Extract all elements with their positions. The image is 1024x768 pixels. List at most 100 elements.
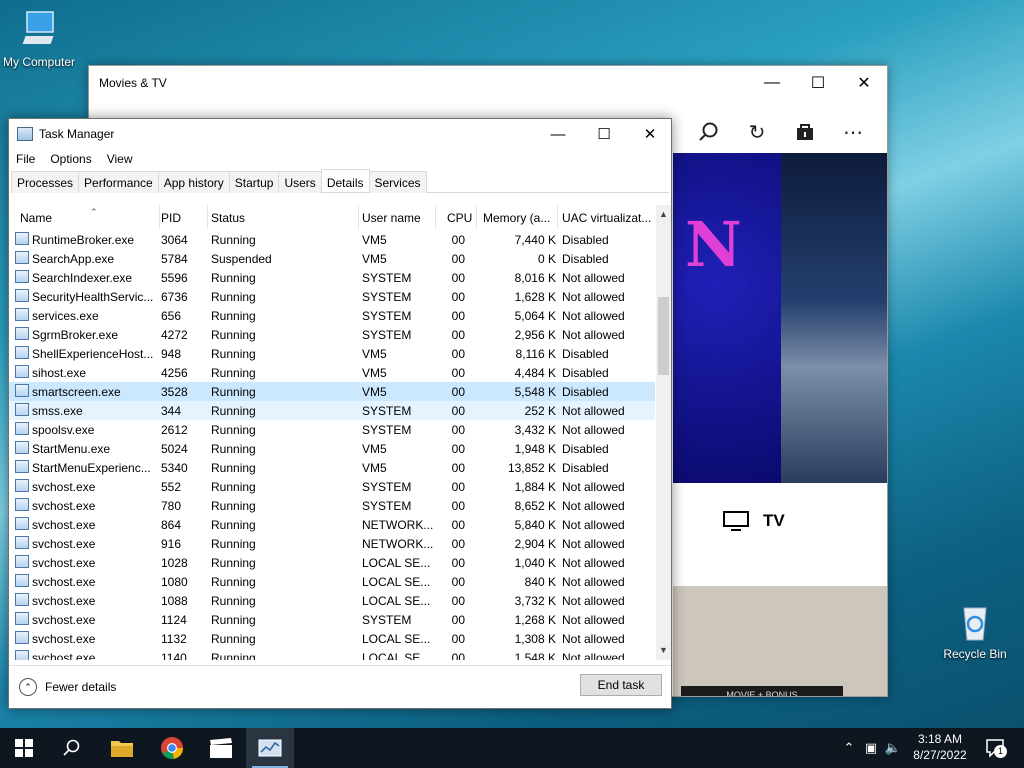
menu-options[interactable]: Options bbox=[43, 150, 99, 170]
clapperboard-icon bbox=[210, 738, 232, 758]
cell-user: LOCAL SE... bbox=[362, 632, 431, 646]
cell-cpu: 00 bbox=[451, 518, 465, 532]
minimize-button[interactable]: — bbox=[535, 119, 581, 149]
scroll-down-icon[interactable]: ▼ bbox=[656, 643, 671, 658]
tab-details[interactable]: Details bbox=[320, 169, 370, 192]
vertical-scrollbar[interactable]: ▲ ▼ bbox=[656, 205, 671, 660]
cell-status: Running bbox=[211, 233, 256, 247]
clock[interactable]: 3:18 AM 8/27/2022 bbox=[905, 731, 975, 763]
tab-startup[interactable]: Startup bbox=[228, 171, 280, 193]
table-row[interactable]: SgrmBroker.exe 4272 Running SYSTEM 00 2,956 K… bbox=[9, 325, 655, 344]
fewer-details-button[interactable]: ⌃ Fewer details bbox=[19, 678, 116, 696]
cell-user: SYSTEM bbox=[362, 290, 412, 304]
cell-uac: Not allowed bbox=[562, 613, 625, 627]
movies-tv-taskbar-button[interactable] bbox=[197, 728, 245, 768]
cell-uac: Not allowed bbox=[562, 499, 625, 513]
maximize-button[interactable]: ☐ bbox=[795, 69, 841, 97]
table-row[interactable]: svchost.exe 1132 Running LOCAL SE... 00 1,308… bbox=[9, 629, 655, 648]
cell-name: sihost.exe bbox=[32, 366, 87, 380]
end-task-button[interactable]: End task bbox=[580, 674, 662, 696]
action-center-button[interactable]: 1 bbox=[972, 728, 1020, 768]
table-row[interactable]: sihost.exe 4256 Running VM5 00 4,484 K Disable… bbox=[9, 363, 655, 382]
cell-status: Running bbox=[211, 366, 256, 380]
tab-app-history[interactable]: App history bbox=[157, 171, 230, 193]
nav-tv[interactable]: TV bbox=[723, 511, 785, 531]
search-button[interactable] bbox=[48, 728, 96, 768]
minimize-button[interactable]: — bbox=[749, 69, 795, 97]
volume-icon[interactable]: 🔈 bbox=[882, 740, 904, 756]
search-icon[interactable] bbox=[695, 118, 723, 146]
start-button[interactable] bbox=[0, 728, 48, 768]
table-row[interactable]: svchost.exe 1088 Running LOCAL SE... 00 3,732… bbox=[9, 591, 655, 610]
column-header-cpu[interactable]: CPU bbox=[447, 211, 472, 225]
cell-status: Running bbox=[211, 347, 256, 361]
task-manager-window[interactable]: Task Manager — ☐ ✕ File Options View Pro… bbox=[8, 118, 672, 709]
cell-status: Running bbox=[211, 442, 256, 456]
table-row[interactable]: smartscreen.exe 3528 Running VM5 00 5,548 K Di… bbox=[9, 382, 655, 401]
scroll-thumb[interactable] bbox=[658, 297, 669, 375]
cell-uac: Not allowed bbox=[562, 290, 625, 304]
table-row[interactable]: svchost.exe 916 Running NETWORK... 00 2,904 K… bbox=[9, 534, 655, 553]
desktop-icon-my-computer[interactable]: My Computer bbox=[0, 10, 84, 69]
cell-name: smartscreen.exe bbox=[32, 385, 121, 399]
table-row[interactable]: StartMenu.exe 5024 Running VM5 00 1,948 K Disa… bbox=[9, 439, 655, 458]
more-options-icon[interactable]: ⋯ bbox=[839, 118, 867, 146]
column-header-name[interactable]: ⌃ Name bbox=[20, 207, 98, 225]
cell-status: Running bbox=[211, 518, 256, 532]
column-header-memory[interactable]: Memory (a... bbox=[483, 211, 550, 225]
tab-users[interactable]: Users bbox=[278, 171, 322, 193]
table-row[interactable]: svchost.exe 864 Running NETWORK... 00 5,840 K… bbox=[9, 515, 655, 534]
scroll-up-icon[interactable]: ▲ bbox=[656, 207, 671, 222]
cell-cpu: 00 bbox=[451, 252, 465, 266]
table-row[interactable]: spoolsv.exe 2612 Running SYSTEM 00 3,432 K Not… bbox=[9, 420, 655, 439]
cell-cpu: 00 bbox=[451, 290, 465, 304]
maximize-button[interactable]: ☐ bbox=[581, 119, 627, 149]
table-row[interactable]: services.exe 656 Running SYSTEM 00 5,064 K Not… bbox=[9, 306, 655, 325]
details-table[interactable]: ⌃ Name PID Status User name CPU Memory (… bbox=[9, 205, 671, 660]
column-header-user[interactable]: User name bbox=[362, 211, 421, 225]
cell-name: svchost.exe bbox=[32, 518, 96, 532]
table-row[interactable]: SearchApp.exe 5784 Suspended VM5 00 0 K Disabl… bbox=[9, 249, 655, 268]
table-row[interactable]: SearchIndexer.exe 5596 Running SYSTEM 00 8,01… bbox=[9, 268, 655, 287]
menu-file[interactable]: File bbox=[9, 150, 43, 170]
table-row[interactable]: svchost.exe 1140 Running LOCAL SE... 00 1,548… bbox=[9, 648, 655, 660]
store-bag-icon[interactable] bbox=[791, 118, 819, 146]
sync-icon[interactable]: ↻ bbox=[743, 118, 771, 146]
cell-uac: Disabled bbox=[562, 347, 609, 361]
cell-cpu: 00 bbox=[451, 233, 465, 247]
table-row[interactable]: svchost.exe 1124 Running SYSTEM 00 1,268 K Not… bbox=[9, 610, 655, 629]
column-header-status[interactable]: Status bbox=[211, 211, 245, 225]
file-explorer-button[interactable] bbox=[98, 728, 146, 768]
table-row[interactable]: svchost.exe 552 Running SYSTEM 00 1,884 K Not … bbox=[9, 477, 655, 496]
cell-user: LOCAL SE... bbox=[362, 651, 431, 660]
table-row[interactable]: svchost.exe 1028 Running LOCAL SE... 00 1,040… bbox=[9, 553, 655, 572]
table-header: ⌃ Name PID Status User name CPU Memory (… bbox=[9, 205, 655, 229]
table-row[interactable]: SecurityHealthServic... 6736 Running SYSTEM… bbox=[9, 287, 655, 306]
close-button[interactable]: ✕ bbox=[841, 69, 887, 97]
table-row[interactable]: StartMenuExperienc... 5340 Running VM5 00 13,… bbox=[9, 458, 655, 477]
chrome-button[interactable] bbox=[148, 728, 196, 768]
tab-services[interactable]: Services bbox=[368, 171, 427, 193]
close-button[interactable]: ✕ bbox=[627, 119, 673, 149]
menu-view[interactable]: View bbox=[100, 150, 141, 170]
show-hidden-icons-icon[interactable]: ⌃ bbox=[838, 740, 860, 756]
table-row[interactable]: svchost.exe 780 Running SYSTEM 00 8,652 K Not … bbox=[9, 496, 655, 515]
cell-memory: 5,548 K bbox=[514, 385, 556, 399]
tab-processes[interactable]: Processes bbox=[11, 171, 80, 193]
column-header-uac[interactable]: UAC virtualizat... bbox=[562, 211, 651, 225]
table-row[interactable]: svchost.exe 1080 Running LOCAL SE... 00 840 K… bbox=[9, 572, 655, 591]
cell-user: SYSTEM bbox=[362, 499, 412, 513]
table-row[interactable]: ShellExperienceHost... 948 Running VM5 00 8,1… bbox=[9, 344, 655, 363]
task-manager-taskbar-button[interactable] bbox=[246, 728, 294, 768]
table-row[interactable]: RuntimeBroker.exe 3064 Running VM5 00 7,440 K… bbox=[9, 230, 655, 249]
tab-performance[interactable]: Performance bbox=[78, 171, 159, 193]
cell-pid: 4272 bbox=[161, 328, 188, 342]
network-icon[interactable]: ▣ bbox=[860, 740, 882, 756]
column-header-pid[interactable]: PID bbox=[161, 211, 181, 225]
title-bar[interactable]: Task Manager — ☐ ✕ bbox=[9, 119, 671, 149]
cell-uac: Not allowed bbox=[562, 480, 625, 494]
table-row[interactable]: smss.exe 344 Running SYSTEM 00 252 K Not allow… bbox=[9, 401, 655, 420]
cell-uac: Disabled bbox=[562, 461, 609, 475]
desktop-icon-recycle-bin[interactable]: Recycle Bin bbox=[930, 602, 1020, 661]
featured-artwork[interactable]: N bbox=[673, 153, 887, 483]
